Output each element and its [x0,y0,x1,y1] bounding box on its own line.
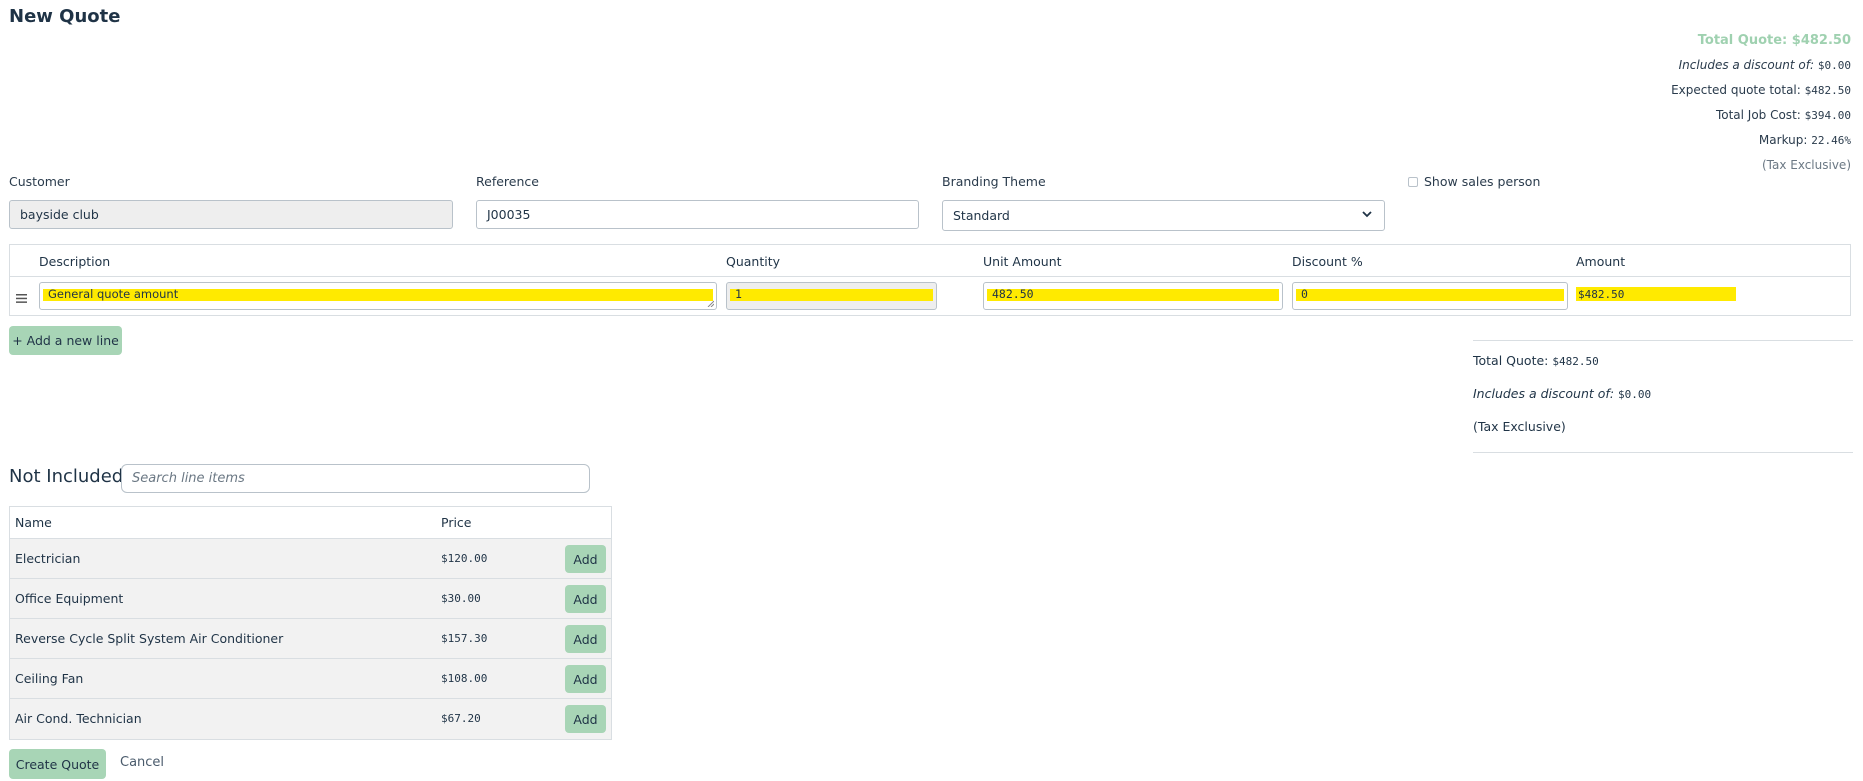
summary-markup-label: Markup: [1758,133,1808,147]
summary-job-cost-value: $394.00 [1804,109,1851,122]
search-line-items-input[interactable]: Search line items [121,464,590,493]
table-row: Office Equipment $30.00 Add [10,579,611,619]
page-title: New Quote [9,6,121,27]
item-name: Air Cond. Technician [15,711,142,726]
item-name: Ceiling Fan [15,671,84,686]
chevron-down-icon [1362,208,1372,221]
item-price: $67.20 [441,712,481,725]
not-included-table: Name Price Electrician $120.00 Add Offic… [9,506,612,740]
table-row: Electrician $120.00 Add [10,539,611,579]
summary-total-quote: Total Quote: $482.50 [1697,33,1851,48]
bottom-discount-value: $0.00 [1618,388,1652,401]
line-items-header: Description Quantity Unit Amount Discoun… [10,245,1850,277]
summary-markup-row: Markup: 22.46% [1351,128,1851,153]
bottom-total-value: $482.50 [1552,355,1599,368]
item-price: $108.00 [441,672,488,685]
summary-discount-row: Includes a discount of: $0.00 [1351,53,1851,78]
line-items-table: Description Quantity Unit Amount Discoun… [9,244,1851,316]
add-item-button[interactable]: Add [565,665,606,693]
quote-summary-top: Total Quote: $482.50 Includes a discount… [1351,29,1851,177]
add-item-button[interactable]: Add [565,625,606,653]
show-sales-person-toggle[interactable]: Show sales person [1408,174,1540,189]
item-price: $30.00 [441,592,481,605]
bottom-tax-note: (Tax Exclusive) [1473,419,1566,434]
bottom-total-row: Total Quote: $482.50 [1473,353,1599,368]
line-quantity-input[interactable]: 1 [726,282,937,310]
hamburger-drag-icon[interactable] [16,288,27,307]
line-unit-amount-value: 482.50 [992,287,1034,301]
table-row: Reverse Cycle Split System Air Condition… [10,619,611,659]
branding-theme-label: Branding Theme [942,174,1046,189]
show-sales-person-checkbox[interactable] [1408,176,1418,187]
summary-discount-label: Includes a discount of: [1678,58,1815,72]
customer-label: Customer [9,174,70,189]
summary-markup-value: 22.46% [1811,134,1851,147]
summary-expected-row: Expected quote total: $482.50 [1351,78,1851,103]
bottom-discount-label: Includes a discount of: [1473,386,1615,401]
item-price: $157.30 [441,632,488,645]
customer-field[interactable]: bayside club [9,200,453,229]
show-sales-person-label: Show sales person [1424,174,1541,189]
col-discount: Discount % [1292,254,1363,269]
not-included-header: Name Price [10,507,611,539]
col-name: Name [15,515,52,530]
add-new-line-button[interactable]: + Add a new line [9,326,122,355]
line-quantity-value: 1 [735,287,742,301]
not-included-title: Not Included [9,466,124,487]
cancel-link[interactable]: Cancel [120,755,164,770]
col-amount: Amount [1576,254,1626,269]
item-name: Electrician [15,551,81,566]
summary-expected-label: Expected quote total: [1671,83,1801,97]
bottom-discount-row: Includes a discount of: $0.00 [1473,386,1651,401]
table-row: Ceiling Fan $108.00 Add [10,659,611,699]
line-unit-amount-input[interactable]: 482.50 [983,282,1283,310]
summary-job-cost-label: Total Job Cost: [1715,108,1801,122]
summary-discount-value: $0.00 [1817,59,1851,72]
item-name: Office Equipment [15,591,124,606]
line-discount-value: 0 [1301,287,1308,301]
add-item-button[interactable]: Add [565,705,606,733]
item-price: $120.00 [441,552,488,565]
reference-label: Reference [476,174,539,189]
add-item-button[interactable]: Add [565,585,606,613]
resize-handle-icon[interactable] [707,300,714,307]
col-description: Description [39,254,111,269]
line-amount-value: $482.50 [1576,287,1736,301]
branding-theme-select[interactable]: Standard [942,200,1385,231]
col-quantity: Quantity [726,254,781,269]
col-unit-amount: Unit Amount [983,254,1062,269]
line-description-value: General quote amount [48,287,179,301]
bottom-total-label: Total Quote: [1473,353,1549,368]
branding-theme-value: Standard [953,208,1010,223]
item-name: Reverse Cycle Split System Air Condition… [15,631,284,646]
table-row: Air Cond. Technician $67.20 Add [10,699,611,739]
col-price: Price [441,515,472,530]
reference-field[interactable]: J00035 [476,200,919,229]
quote-summary-bottom: Total Quote: $482.50 Includes a discount… [1473,340,1853,453]
create-quote-button[interactable]: Create Quote [9,749,106,779]
add-item-button[interactable]: Add [565,545,606,573]
line-description-input[interactable]: General quote amount [39,282,717,310]
summary-job-cost-row: Total Job Cost: $394.00 [1351,103,1851,128]
line-discount-input[interactable]: 0 [1292,282,1568,310]
summary-expected-value: $482.50 [1804,84,1851,97]
